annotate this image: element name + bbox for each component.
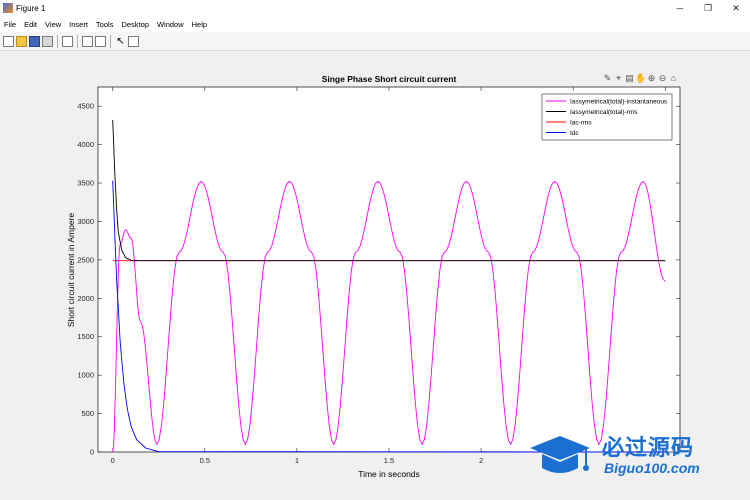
x-tick-label: 2 xyxy=(479,456,483,465)
x-axis-label: Time in seconds xyxy=(358,469,420,479)
legend-entry: Idc xyxy=(570,130,579,137)
axes-toolbar: ✎ ⌖ ▤ ✋ ⊕ ⊖ ⌂ xyxy=(602,73,679,84)
x-tick-label: 1.5 xyxy=(384,456,394,465)
y-axis-label: Short circuit current in Ampere xyxy=(66,213,76,328)
y-tick-label: 0 xyxy=(90,448,94,457)
y-tick-label: 1500 xyxy=(77,332,94,341)
home-icon[interactable]: ⌂ xyxy=(668,73,679,84)
chart-title: Singe Phase Short circuit current xyxy=(322,74,457,84)
brush-icon[interactable]: ✎ xyxy=(602,73,613,84)
legend[interactable]: Iassymetrical(total)-instantaneous Iassym… xyxy=(541,93,673,141)
export-icon[interactable]: ▤ xyxy=(624,73,635,84)
graduation-cap-icon xyxy=(530,436,590,473)
pan-icon[interactable]: ✋ xyxy=(635,73,646,84)
y-tick-label: 4000 xyxy=(77,140,94,149)
zoom-out-icon[interactable]: ⊖ xyxy=(657,73,668,84)
y-tick-label: 500 xyxy=(81,409,94,418)
y-tick-label: 3000 xyxy=(77,217,94,226)
y-tick-label: 3500 xyxy=(77,179,94,188)
x-tick-label: 0.5 xyxy=(200,456,210,465)
legend-entry: Iac-rms xyxy=(570,120,592,127)
legend-entry: Iassymetrical(total)-instantaneous xyxy=(570,99,668,106)
watermark-text-en: Biguo100.com xyxy=(604,460,700,476)
legend-entry: Iassymetrical(total)-rms xyxy=(570,109,638,116)
x-tick-label: 0 xyxy=(111,456,115,465)
y-tick-label: 2000 xyxy=(77,294,94,303)
y-tick-label: 2500 xyxy=(77,255,94,264)
watermark-text-cn: 必过源码 xyxy=(602,436,695,461)
y-tick-label: 1000 xyxy=(77,371,94,380)
y-tick-label: 4500 xyxy=(77,102,94,111)
x-tick-label: 1 xyxy=(295,456,299,465)
data-tip-icon[interactable]: ⌖ xyxy=(613,73,624,84)
watermark: 必过源码 Biguo100.com xyxy=(528,428,728,486)
axes-background xyxy=(97,86,681,453)
zoom-in-icon[interactable]: ⊕ xyxy=(646,73,657,84)
